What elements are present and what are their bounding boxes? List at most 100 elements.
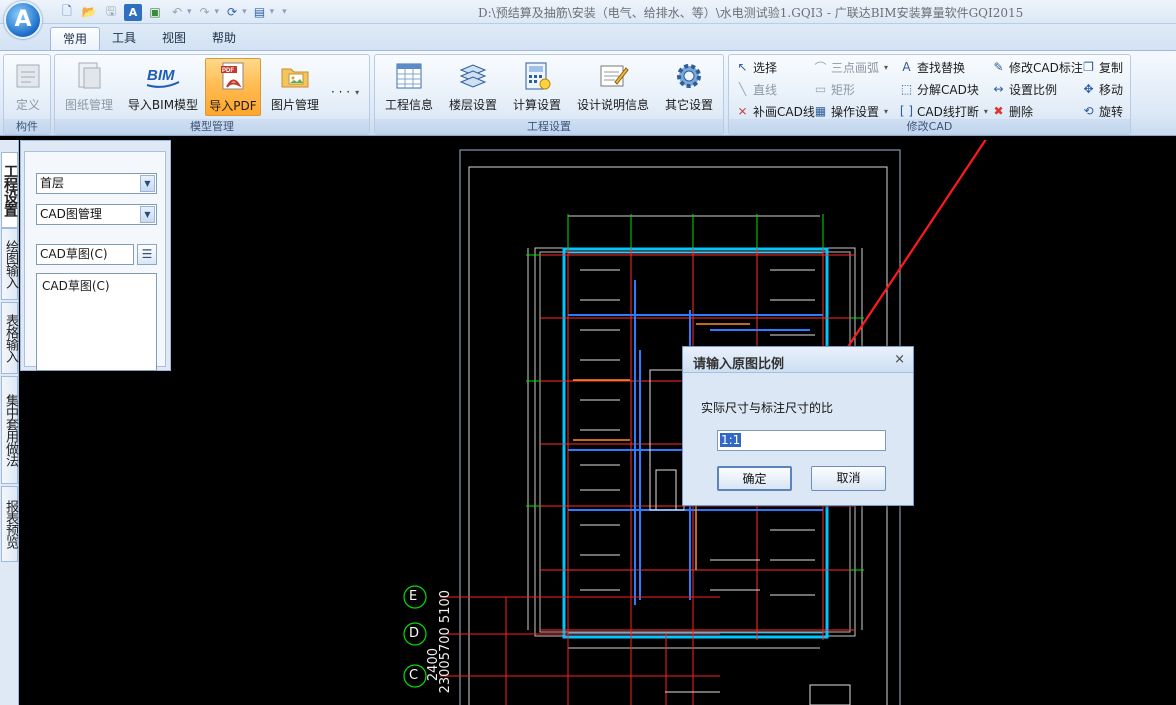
left-vertical-tabs: 工程设置 绘图输入 表格输入 集中套用做法 报表预览	[0, 140, 19, 705]
dialog-prompt: 实际尺寸与标注尺寸的比	[701, 401, 834, 415]
import-pdf-button[interactable]: PDF 导入PDF	[205, 58, 261, 116]
cad-drawing	[403, 149, 901, 705]
group-component: 定义 构件	[3, 54, 51, 135]
break-line-button[interactable]: [ ] CAD线打断 ▾	[899, 102, 988, 120]
other-settings-button[interactable]: 其它设置	[661, 58, 717, 116]
find-replace-icon: A	[902, 60, 911, 74]
group-model-manage: 图纸管理 BIM 导入BIM模型 PDF 导入PDF 图片管理▾ · · ·▾ …	[54, 54, 370, 135]
dropdown-arrow-icon[interactable]: ▾	[270, 7, 275, 17]
tab-help[interactable]: 帮助	[200, 27, 248, 50]
move-icon: ✥	[1083, 82, 1094, 96]
line-button[interactable]: ╲ 直线	[735, 80, 777, 98]
floor-select[interactable]: 首层 ▼	[36, 173, 157, 194]
cad-canvas[interactable]: E D C 23005700 5100 2400	[20, 140, 1176, 705]
window-icon[interactable]: ▤	[251, 4, 269, 21]
redo-icon[interactable]: ↷	[196, 4, 214, 21]
open-folder-icon[interactable]: 📂	[80, 4, 98, 21]
set-scale-button[interactable]: ↔ 设置比例	[991, 80, 1057, 98]
cancel-button[interactable]: 取消	[811, 466, 886, 491]
arc-icon: ⌒	[814, 60, 827, 75]
drawing-manage-icon	[73, 60, 105, 92]
customize-toolbar-icon[interactable]: ▾	[282, 7, 287, 17]
refresh-icon[interactable]: ⟳	[223, 4, 241, 21]
move-button[interactable]: ✥ 移动	[1081, 80, 1123, 98]
import-bim-button[interactable]: BIM 导入BIM模型	[127, 58, 199, 116]
more-button[interactable]: · · · ▾	[331, 83, 359, 101]
chevron-down-icon[interactable]: ▼	[140, 206, 155, 223]
svg-text:PDF: PDF	[222, 68, 234, 74]
define-icon	[12, 60, 44, 92]
operation-settings-button[interactable]: ▦ 操作设置 ▾	[813, 102, 888, 120]
save-icon[interactable]: 🖫	[102, 4, 120, 21]
scale-input[interactable]: 1:1	[717, 430, 886, 451]
delete-icon: ✖	[993, 104, 1004, 118]
chevron-down-icon[interactable]: ▼	[140, 175, 155, 192]
project-info-button[interactable]: 工程信息	[381, 58, 437, 116]
folder-image-icon	[279, 60, 311, 92]
explode-block-button[interactable]: ⬚ 分解CAD块	[899, 80, 979, 98]
ribbon: 定义 构件 图纸管理 BIM 导入BIM模型 PDF 导入PDF 图片管理 · …	[0, 50, 1176, 136]
dialog-title: 请输入原图比例	[683, 347, 913, 373]
dropdown-arrow-icon[interactable]: ▾	[242, 7, 247, 17]
dropdown-arrow-icon: ▾	[355, 87, 360, 97]
list-item[interactable]: CAD草图(C)	[42, 277, 151, 294]
tab-drawing-input[interactable]: 绘图输入	[1, 228, 18, 300]
ribbon-tab-row: 常用 工具 视图 帮助	[0, 24, 1176, 50]
design-notes-icon	[597, 60, 629, 92]
export-icon[interactable]: ▣	[146, 4, 164, 21]
axis-label-e: E	[409, 589, 418, 604]
line-icon: ╲	[738, 82, 747, 96]
image-manage-button[interactable]: 图片管理▾	[267, 58, 323, 126]
design-notes-button[interactable]: 设计说明信息	[573, 58, 653, 116]
dropdown-arrow-icon: ▾	[884, 62, 889, 72]
new-file-icon[interactable]: 🗋	[58, 4, 76, 21]
mode-select[interactable]: CAD图管理 ▼	[36, 204, 157, 225]
drawing-manage-button[interactable]: 图纸管理	[61, 58, 117, 116]
tab-common[interactable]: 常用	[50, 27, 101, 50]
edit-dimension-button[interactable]: ✎ 修改CAD标注	[991, 58, 1082, 76]
floor-settings-icon	[457, 60, 489, 92]
copy-button[interactable]: ❐ 复制	[1081, 58, 1123, 76]
logo-a-icon[interactable]: A	[124, 3, 142, 21]
scale-dialog: 请输入原图比例 × 实际尺寸与标注尺寸的比 1:1 确定 取消	[682, 346, 914, 506]
dropdown-arrow-icon: ▾	[983, 106, 988, 116]
copy-icon: ❐	[1083, 60, 1094, 74]
tab-batch-apply[interactable]: 集中套用做法	[1, 376, 18, 484]
axis-label-c: C	[409, 668, 419, 683]
panel-inner: 首层 ▼ CAD图管理 ▼ CAD草图(C) ☰ CAD草图(C)	[24, 151, 166, 371]
svg-text:BIM: BIM	[147, 67, 175, 84]
quick-access-toolbar: 🗋 📂 🖫 A ▣ ↶ ▾ ↷ ▾ ⟳ ▾ ▤ ▾ ▾	[50, 3, 287, 21]
select-button[interactable]: ↖ 选择	[735, 58, 777, 76]
title-bar: A 🗋 📂 🖫 A ▣ ↶ ▾ ↷ ▾ ⟳ ▾ ▤ ▾ ▾ D:\预结算及抽筋\安装（电…	[0, 0, 1176, 39]
browse-drawing-icon[interactable]: ☰	[137, 244, 157, 265]
draw-cad-line-button[interactable]: ⨯ 补画CAD线	[735, 102, 814, 120]
delete-button[interactable]: ✖ 删除	[991, 102, 1033, 120]
rotate-icon: ⟲	[1083, 104, 1094, 118]
three-point-arc-button[interactable]: ⌒ 三点画弧 ▾	[813, 58, 888, 76]
dropdown-arrow-icon[interactable]: ▾	[187, 7, 192, 17]
find-replace-button[interactable]: A 查找替换	[899, 58, 965, 76]
floor-settings-button[interactable]: 楼层设置	[445, 58, 501, 116]
calc-settings-icon	[521, 60, 553, 92]
cad-line-icon: ⨯	[737, 104, 748, 118]
tab-view[interactable]: 视图	[150, 27, 198, 50]
rotate-button[interactable]: ⟲ 旋转	[1081, 102, 1123, 120]
cad-manage-panel: 首层 ▼ CAD图管理 ▼ CAD草图(C) ☰ CAD草图(C)	[20, 140, 171, 371]
dropdown-arrow-icon[interactable]: ▾	[215, 7, 220, 17]
rectangle-button[interactable]: ▭ 矩形	[813, 80, 855, 98]
drawing-name-input[interactable]: CAD草图(C)	[36, 244, 134, 265]
ok-button[interactable]: 确定	[717, 466, 792, 491]
tab-tools[interactable]: 工具	[100, 27, 148, 50]
select-arrow-icon: ↖	[737, 60, 748, 74]
tab-table-input[interactable]: 表格输入	[1, 302, 18, 374]
app-logo-icon[interactable]: A	[4, 1, 42, 39]
define-button[interactable]: 定义	[8, 58, 48, 116]
drawing-list[interactable]: CAD草图(C)	[36, 273, 157, 371]
dimension-text-secondary: 2400	[426, 648, 441, 682]
calc-settings-button[interactable]: 计算设置	[509, 58, 565, 116]
close-icon[interactable]: ×	[894, 352, 905, 367]
explode-block-icon: ⬚	[900, 82, 913, 96]
undo-icon[interactable]: ↶	[168, 4, 186, 21]
tab-report-preview[interactable]: 报表预览	[1, 486, 18, 562]
tab-project-settings[interactable]: 工程设置	[1, 152, 18, 228]
